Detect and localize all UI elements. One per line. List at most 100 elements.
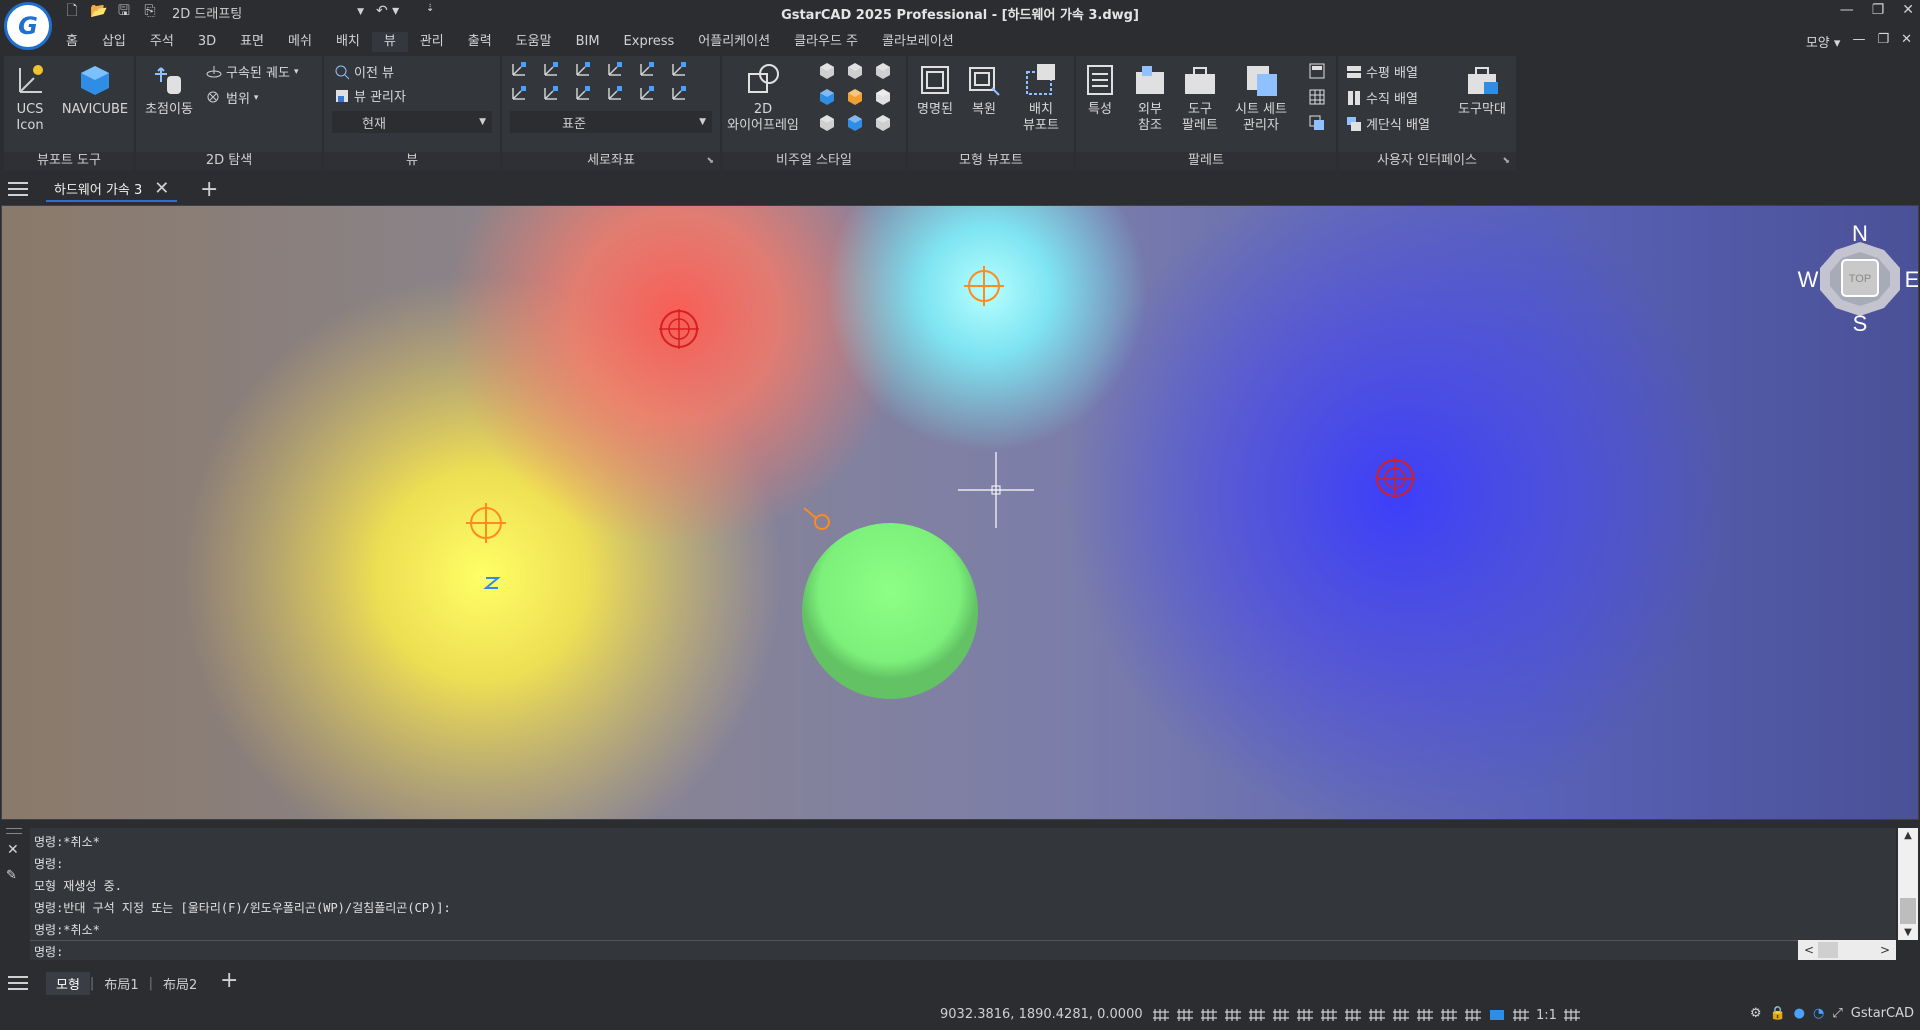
- selection-cycling-icon[interactable]: [1392, 1006, 1410, 1024]
- ucs-x-icon[interactable]: [574, 60, 592, 78]
- layout-tab-1[interactable]: 布局1: [94, 974, 148, 993]
- ribbon-tab-11[interactable]: BIM: [564, 32, 612, 52]
- table-grid-icon[interactable]: [1308, 88, 1326, 106]
- scroll-up-icon[interactable]: ▲: [1898, 830, 1918, 841]
- visual-style-cube-icon[interactable]: [874, 62, 892, 80]
- restore-viewports-button[interactable]: 복원: [966, 62, 1002, 118]
- ribbon-tab-4[interactable]: 표면: [228, 32, 276, 52]
- doc-restore-icon[interactable]: ❐: [1877, 32, 1889, 51]
- appearance-menu[interactable]: 모양 ▾: [1806, 32, 1841, 51]
- close-tab-icon[interactable]: ✕: [154, 178, 169, 199]
- annotation-visibility-icon[interactable]: [1512, 1006, 1530, 1024]
- hamburger-menu-icon[interactable]: [8, 975, 28, 991]
- hamburger-menu-icon[interactable]: [8, 181, 28, 197]
- ribbon-tab-15[interactable]: 콜라보레이션: [870, 32, 966, 52]
- visual-style-cube-icon[interactable]: [874, 114, 892, 132]
- transparency-icon[interactable]: [1368, 1006, 1386, 1024]
- ribbon-tab-6[interactable]: 배치: [324, 32, 372, 52]
- layout-viewports-button[interactable]: 배치 뷰포트: [1018, 62, 1064, 134]
- layout-tab-0[interactable]: 모형: [46, 972, 90, 995]
- new-file-icon[interactable]: 🗋: [64, 3, 80, 19]
- settings-gear-icon[interactable]: ⚙: [1750, 1006, 1762, 1021]
- ucs-icon-button[interactable]: UCS Icon: [10, 62, 50, 134]
- ribbon-tab-14[interactable]: 클라우드 주: [782, 32, 870, 52]
- open-folder-icon[interactable]: 📂: [90, 3, 107, 19]
- auto-scale-icon[interactable]: [1563, 1006, 1581, 1024]
- scroll-thumb[interactable]: [1900, 898, 1916, 924]
- compass-east[interactable]: E: [1905, 267, 1919, 292]
- ortho-icon[interactable]: [1224, 1006, 1242, 1024]
- visual-style-cube-icon[interactable]: [818, 114, 836, 132]
- ucs-z-icon[interactable]: [606, 84, 624, 102]
- scroll-right-icon[interactable]: >: [1880, 943, 1890, 957]
- cascade-button[interactable]: 계단식 배열: [1346, 114, 1430, 133]
- scroll-down-icon[interactable]: ▼: [1898, 927, 1918, 938]
- properties-button[interactable]: 특성: [1082, 62, 1118, 118]
- ribbon-tab-5[interactable]: 메쉬: [276, 32, 324, 52]
- add-document-icon[interactable]: +: [200, 177, 218, 202]
- lock-icon[interactable]: 🔒: [1769, 1006, 1785, 1021]
- clean-screen-icon[interactable]: ⤢: [1832, 1006, 1842, 1021]
- customize-qat-icon[interactable]: ⇣: [426, 3, 434, 14]
- visual-style-cube-icon[interactable]: [846, 62, 864, 80]
- undo-icon[interactable]: ↶ ▾: [376, 3, 399, 19]
- ribbon-tab-3[interactable]: 3D: [186, 32, 228, 52]
- polar-tracking-icon[interactable]: [1248, 1006, 1266, 1024]
- ribbon-tab-12[interactable]: Express: [612, 32, 687, 52]
- horizontal-scrollbar[interactable]: < >: [1798, 940, 1896, 960]
- app-menu-button[interactable]: G: [4, 2, 52, 50]
- grip-icon[interactable]: [6, 828, 22, 834]
- tile-horizontal-button[interactable]: 수평 배열: [1346, 62, 1418, 81]
- ucs-zoom-icon[interactable]: [542, 84, 560, 102]
- ucs-y-icon[interactable]: [574, 84, 592, 102]
- isodraft-icon[interactable]: [1272, 1006, 1290, 1024]
- visual-style-cube-icon[interactable]: [874, 88, 892, 106]
- pan-button[interactable]: 초점이동: [142, 62, 196, 118]
- scroll-left-icon[interactable]: <: [1804, 943, 1814, 957]
- scroll-thumb[interactable]: [1818, 942, 1839, 958]
- ucs-apply-icon[interactable]: [638, 84, 656, 102]
- vertical-scrollbar[interactable]: ▲ ▼: [1898, 828, 1918, 940]
- ucs-3point-icon[interactable]: [542, 60, 560, 78]
- doc-minimize-icon[interactable]: —: [1852, 32, 1865, 51]
- ribbon-tab-2[interactable]: 주석: [138, 32, 186, 52]
- panel-launcher-icon[interactable]: ⬊: [1502, 156, 1510, 166]
- drawing-canvas[interactable]: TOP N S E W: [1, 205, 1919, 820]
- visual-style-cube-icon[interactable]: [846, 114, 864, 132]
- infer-constraints-icon[interactable]: [1200, 1006, 1218, 1024]
- compass-south[interactable]: S: [1853, 311, 1868, 336]
- ucs-world-icon[interactable]: [510, 84, 528, 102]
- navicube-button[interactable]: NAVICUBE: [60, 62, 130, 118]
- sheet-set-manager-button[interactable]: 시트 세트 관리자: [1228, 62, 1294, 134]
- close-icon[interactable]: ✕: [1902, 2, 1914, 18]
- ribbon-tab-0[interactable]: 홈: [54, 32, 90, 52]
- object-snap-tracking-icon[interactable]: [1296, 1006, 1314, 1024]
- tile-vertical-button[interactable]: 수직 배열: [1346, 88, 1418, 107]
- ribbon-tab-10[interactable]: 도움말: [504, 32, 564, 52]
- tool-palettes-button[interactable]: 도구 팔레트: [1180, 62, 1220, 134]
- add-layout-icon[interactable]: +: [220, 968, 238, 993]
- ucs-view-icon[interactable]: [606, 60, 624, 78]
- visual-style-cube-icon[interactable]: [818, 62, 836, 80]
- layout-tab-2[interactable]: 布局2: [153, 974, 207, 993]
- toolbars-button[interactable]: 도구막대: [1452, 62, 1512, 118]
- calculator-icon[interactable]: [1308, 62, 1326, 80]
- ribbon-tab-9[interactable]: 출력: [456, 32, 504, 52]
- 2d-wireframe-button[interactable]: 2D 와이어프레임: [726, 62, 800, 134]
- performance-icon[interactable]: ◔: [1813, 1006, 1824, 1021]
- restore-icon[interactable]: ❐: [1872, 2, 1885, 18]
- ucs-face-icon[interactable]: [670, 60, 688, 78]
- zoom-extents-button[interactable]: 범위 ▾: [206, 88, 258, 107]
- close-command-icon[interactable]: ✕: [7, 842, 19, 858]
- workspace-select[interactable]: 2D 드래프팅 ▼: [166, 2, 368, 22]
- named-view-select[interactable]: 현재 ▼: [332, 111, 492, 133]
- ribbon-tab-7[interactable]: 뷰: [371, 32, 408, 52]
- object-snap-icon[interactable]: [1320, 1006, 1338, 1024]
- view-manager-button[interactable]: 뷰 관리자: [334, 86, 406, 105]
- save-icon[interactable]: 🖫: [116, 3, 132, 19]
- panel-launcher-icon[interactable]: ⬊: [706, 156, 714, 166]
- compass-west[interactable]: W: [1798, 267, 1819, 292]
- customize-command-icon[interactable]: ✎: [6, 868, 17, 883]
- previous-view-button[interactable]: 이전 뷰: [334, 62, 394, 81]
- layer-states-icon[interactable]: [1308, 114, 1326, 132]
